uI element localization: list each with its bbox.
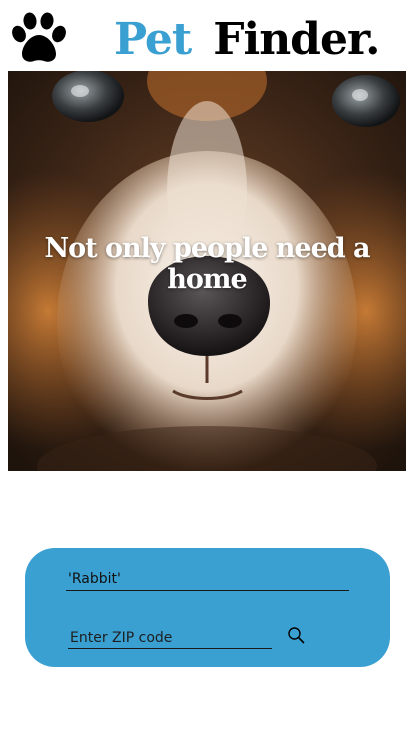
search-button[interactable] <box>286 625 308 647</box>
zip-code-input[interactable] <box>68 628 272 649</box>
brand-title: Pet Finder. <box>114 12 380 68</box>
search-icon <box>288 627 305 644</box>
search-card <box>25 548 390 667</box>
hero-banner: Not only people need a home <box>8 71 406 471</box>
header: Pet Finder. <box>0 0 418 70</box>
hero-tagline: Not only people need a home <box>44 233 370 295</box>
brand-finder: Finder. <box>213 14 380 65</box>
pet-type-input[interactable] <box>66 568 349 591</box>
brand-pet: Pet <box>114 14 192 65</box>
paw-icon[interactable] <box>10 12 68 64</box>
